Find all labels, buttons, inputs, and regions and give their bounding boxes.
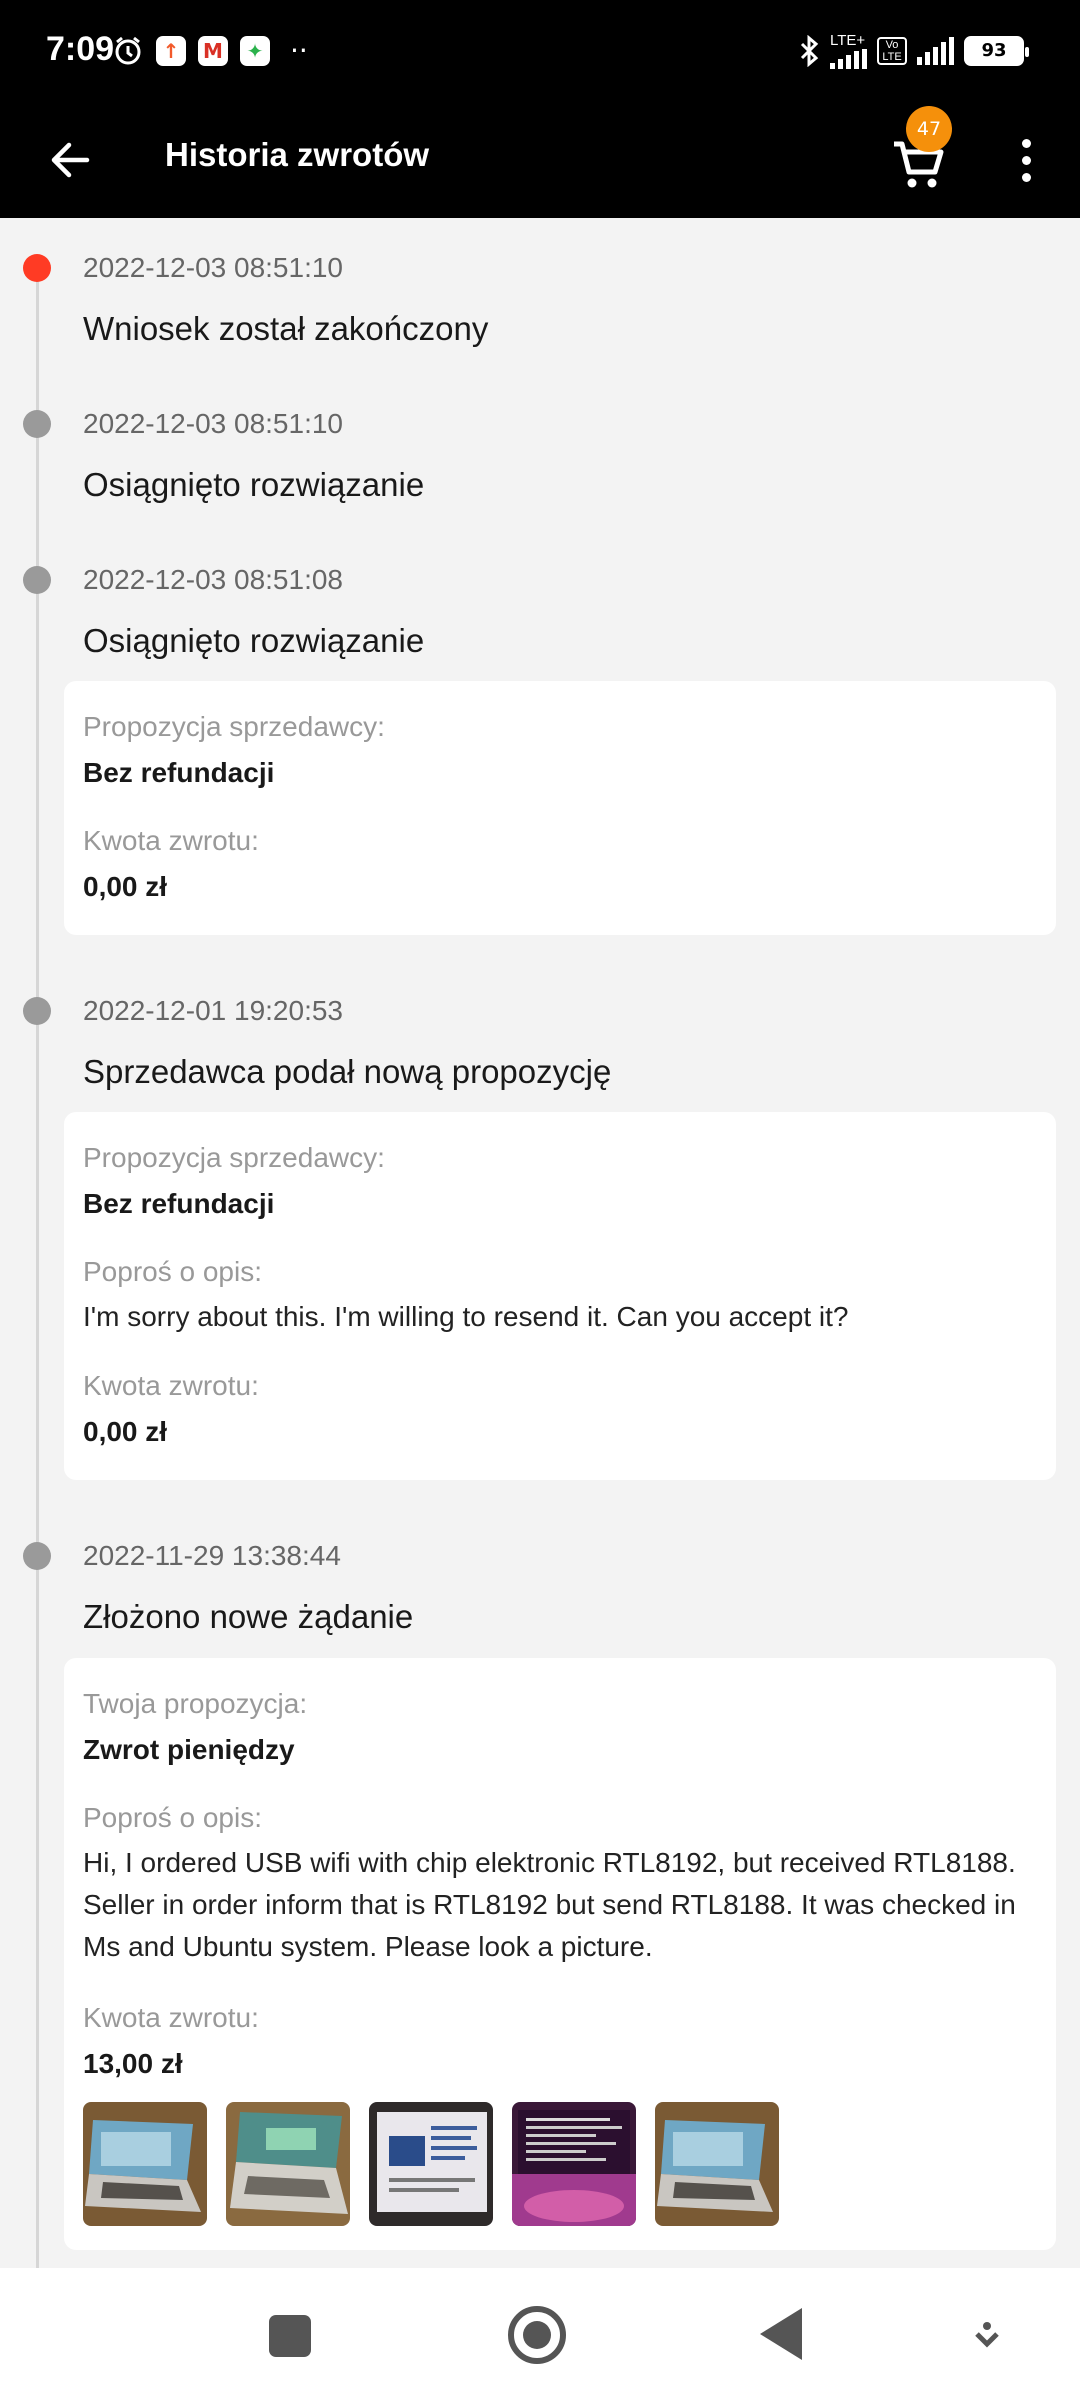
amount-value: 0,00 zł [83, 871, 168, 902]
proposal-label: Propozycja sprzedawcy: [83, 1142, 385, 1173]
description-label: Poproś o opis: [83, 1802, 262, 1833]
photo-thumbnail[interactable] [226, 2102, 350, 2226]
request-card: Twoja propozycja: Zwrot pieniędzy Poproś… [64, 1658, 1056, 2250]
return-history-timeline: 2022-12-03 08:51:10 Wniosek został zakoń… [0, 218, 1080, 2268]
resolution-card: Propozycja sprzedawcy: Bez refundacji Kw… [64, 681, 1056, 935]
signal-icon-1 [830, 49, 867, 69]
entry-title: Wniosek został zakończony [83, 310, 489, 347]
gmail-icon: M [198, 35, 228, 66]
laptop-photo-icon [83, 2102, 207, 2226]
description-text: Hi, I ordered USB wifi with chip elektro… [83, 1847, 1016, 1962]
entry-title: Sprzedawca podał nową propozycję [83, 1053, 612, 1090]
photo-thumbnail[interactable] [83, 2102, 207, 2226]
entry-date: 2022-12-03 08:51:10 [83, 252, 343, 283]
status-time: 7:09 [46, 30, 115, 68]
entry-date: 2022-11-29 13:38:44 [83, 1540, 341, 1571]
timeline-dot [23, 410, 51, 438]
photo-thumbnail[interactable] [369, 2102, 493, 2226]
amount-label: Kwota zwrotu: [83, 1370, 259, 1401]
battery-icon: 93 [964, 35, 1029, 66]
amount-value: 13,00 zł [83, 2048, 183, 2079]
bluetooth-icon [800, 34, 819, 67]
network-type: LTE+ [830, 32, 866, 49]
notification-icons: ↑ M ✦ ·· [112, 34, 308, 67]
proposal-value: Zwrot pieniędzy [83, 1734, 295, 1765]
page-title: Historia zwrotów [165, 136, 430, 173]
system-icons: LTE+ Vo LTE 93 [798, 32, 1029, 69]
laptop-photo-icon [226, 2102, 350, 2226]
photo-thumbnail[interactable] [655, 2102, 779, 2226]
description-label: Poproś o opis: [83, 1256, 262, 1287]
amount-label: Kwota zwrotu: [83, 825, 259, 856]
more-dot-icon [1021, 155, 1031, 165]
volte-icon: Vo LTE [877, 36, 907, 65]
proposal-label: Twoja propozycja: [83, 1688, 308, 1719]
proposal-value: Bez refundacji [83, 1188, 275, 1219]
back-button[interactable] [40, 130, 100, 190]
more-options-button[interactable] [1006, 130, 1046, 190]
timeline-dot [23, 997, 51, 1025]
more-dot-icon [1021, 138, 1031, 148]
laptop-photo-icon [655, 2102, 779, 2226]
entry-date: 2022-12-03 08:51:10 [83, 408, 343, 439]
chevron-down-icon [975, 2322, 999, 2348]
terminal-photo-icon [512, 2102, 636, 2226]
arrow-left-icon [51, 142, 90, 178]
timeline-dot-active [23, 254, 51, 282]
seller-proposal-card: Propozycja sprzedawcy: Bez refundacji Po… [64, 1112, 1056, 1480]
photo-gallery [83, 2102, 779, 2226]
system-navigation-bar [0, 2268, 1080, 2400]
signal-icon-2 [917, 36, 954, 65]
entry-date: 2022-12-03 08:51:08 [83, 564, 343, 595]
cart-count-badge: 47 [906, 106, 952, 152]
entry-title: Osiągnięto rozwiązanie [83, 622, 425, 659]
home-button[interactable] [508, 2306, 566, 2364]
entry-date: 2022-12-01 19:20:53 [83, 995, 343, 1026]
upload-app-icon: ↑ [156, 35, 186, 66]
more-notifications-icon: ·· [290, 34, 308, 67]
description-text: I'm sorry about this. I'm willing to res… [83, 1301, 849, 1332]
alarm-icon [115, 36, 141, 64]
recent-apps-button[interactable] [269, 2315, 311, 2357]
entry-title: Złożono nowe żądanie [83, 1598, 414, 1635]
timeline-dot [23, 566, 51, 594]
photo-thumbnail[interactable] [512, 2102, 636, 2226]
proposal-value: Bez refundacji [83, 757, 275, 788]
back-nav-button[interactable] [760, 2308, 802, 2360]
nav-extra-icon[interactable] [974, 2320, 1000, 2357]
entry-title: Osiągnięto rozwiązanie [83, 466, 425, 503]
more-dot-icon [1021, 172, 1031, 182]
photos-app-icon: ✦ [240, 35, 270, 66]
amount-label: Kwota zwrotu: [83, 2002, 259, 2033]
amount-value: 0,00 zł [83, 1416, 168, 1447]
status-bar: 7:09 ↑ M ✦ ·· LTE+ Vo LTE 93 [0, 0, 1080, 104]
timeline-dot [23, 1542, 51, 1570]
screen-photo-icon [369, 2102, 493, 2226]
proposal-label: Propozycja sprzedawcy: [83, 711, 385, 742]
